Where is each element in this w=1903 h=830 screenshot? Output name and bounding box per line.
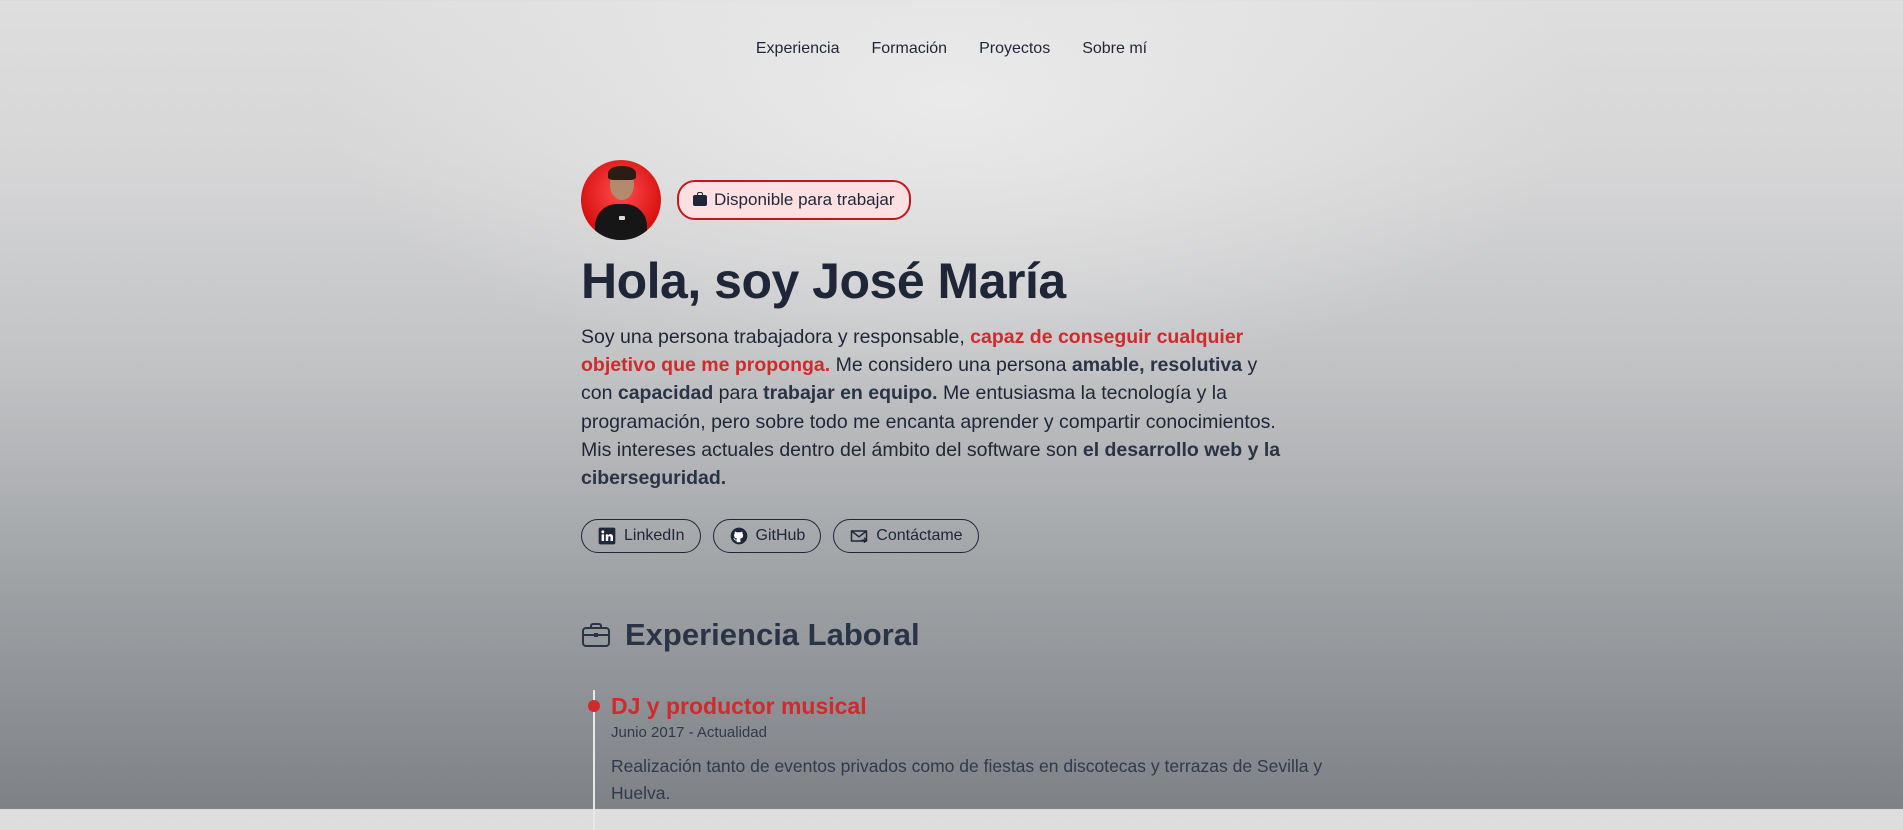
avatar (581, 160, 661, 240)
job-title: DJ y productor musical (611, 693, 867, 719)
job-description: Realización tanto de eventos privados co… (611, 756, 1323, 803)
availability-label: Disponible para trabajar (714, 190, 895, 209)
hero-header: Disponible para trabajar (581, 160, 1321, 240)
intro-bold-1: amable, resolutiva (1071, 354, 1243, 377)
social-links: LinkedIn GitHub Contáctame (581, 519, 1321, 554)
intro-bold-3: trabajar en equipo. (763, 382, 938, 405)
linkedin-icon (598, 527, 616, 545)
intro-bold-2: capacidad (617, 382, 714, 405)
github-icon (730, 527, 747, 545)
availability-badge: Disponible para trabajar (677, 180, 911, 220)
github-label: GitHub (755, 527, 806, 545)
experience-title: Experiencia Laboral (625, 617, 920, 652)
github-button[interactable]: GitHub (712, 519, 822, 554)
nav-link-formacion[interactable]: Formación (871, 40, 947, 58)
experience-item: DJ y productor musical Junio 2017 - Actu… (611, 690, 1341, 807)
nav-link-proyectos[interactable]: Proyectos (979, 40, 1050, 58)
contact-label: Contáctame (876, 527, 963, 545)
avatar-shirt-logo (619, 216, 625, 220)
page-title: Hola, soy José María (581, 253, 1066, 309)
nav-link-experiencia[interactable]: Experiencia (756, 40, 840, 58)
avatar-hair (608, 166, 636, 180)
experience-timeline: DJ y productor musical Junio 2017 - Actu… (581, 690, 1341, 830)
nav-link-sobre-mi[interactable]: Sobre mí (1082, 40, 1147, 58)
intro-text-2: Me considero una persona (830, 354, 1072, 377)
timeline-dot (588, 700, 600, 712)
hero-section: Disponible para trabajar Hola, soy José … (581, 160, 1321, 554)
linkedin-button[interactable]: LinkedIn (581, 519, 701, 554)
experience-section-header: Experiencia Laboral (581, 617, 920, 653)
avatar-body (595, 204, 647, 240)
briefcase-icon (693, 191, 707, 206)
intro-text: Soy una persona trabajadora y responsabl… (581, 323, 1281, 492)
contact-button[interactable]: Contáctame (833, 519, 979, 554)
mail-icon (851, 530, 868, 544)
briefcase-icon (582, 623, 610, 647)
job-date: Junio 2017 - Actualidad (611, 724, 767, 741)
main-nav: Experiencia Formación Proyectos Sobre mí (0, 40, 1903, 58)
intro-text-1: Soy una persona trabajadora y responsabl… (581, 326, 971, 348)
intro-text-4: para (713, 382, 764, 405)
linkedin-label: LinkedIn (624, 527, 685, 545)
